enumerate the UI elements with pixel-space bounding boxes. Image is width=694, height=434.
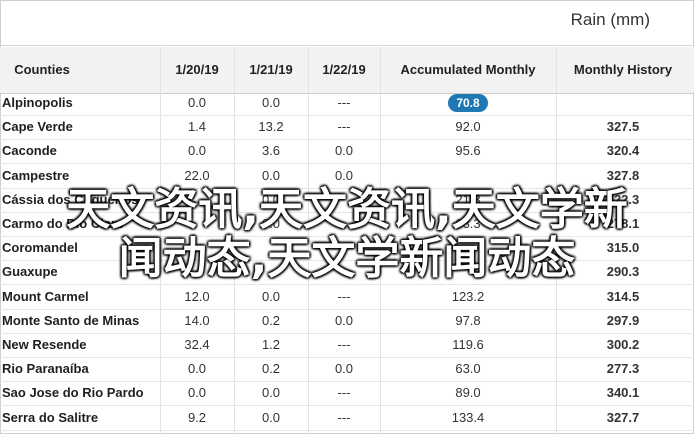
monthly-history: 314.5	[606, 288, 640, 304]
rain-day-2: 0.2	[261, 361, 281, 377]
rain-day-1: 0.0	[187, 385, 207, 401]
accumulated-monthly: 89.0	[455, 385, 481, 401]
monthly-history: 340.1	[606, 385, 640, 401]
county-name: Cape Verde	[2, 119, 73, 135]
header-history[interactable]: Monthly History	[556, 47, 690, 93]
table-row[interactable]: Alpinopolis 0.0 0.0 --- 70.8	[0, 91, 694, 116]
rain-day-1: 14.0	[184, 312, 210, 328]
rain-day-2: 1.2	[261, 337, 281, 352]
table-row[interactable]: Monte Santo de Minas 14.0 0.2 0.0 97.8 297.9	[0, 309, 694, 334]
table-row[interactable]: New Resende 32.4 1.2 --- 119.6 300.2	[0, 333, 694, 358]
accumulated-monthly: 70.8	[380, 91, 556, 115]
accumulated-monthly: 133.4	[451, 409, 485, 425]
rain-day-3: ---	[337, 119, 351, 135]
accumulated-monthly: 95.6	[455, 143, 481, 159]
monthly-history: 277.3	[606, 361, 640, 377]
county-name: Mount Carmel	[2, 288, 89, 304]
divider	[0, 45, 694, 46]
table-row[interactable]: Serra do Salitre 9.2 0.0 --- 133.4 327.7	[0, 406, 694, 431]
rain-day-2: 0.0	[261, 385, 281, 401]
rain-day-3: 0.0	[334, 361, 354, 377]
table-row[interactable]: Caconde 0.0 3.6 0.0 95.6 320.4	[0, 139, 694, 165]
table-row[interactable]: Rio Paranaíba 0.0 0.2 0.0 63.0 277.3	[0, 357, 694, 383]
header-date-2[interactable]: 1/21/19	[234, 47, 308, 93]
header-counties[interactable]: Counties	[2, 47, 82, 93]
header-date-3[interactable]: 1/22/19	[308, 47, 380, 93]
county-name: Alpinopolis	[2, 95, 73, 110]
monthly-history: 300.2	[606, 337, 640, 352]
monthly-history: 327.7	[606, 409, 640, 425]
accumulated-monthly: 123.2	[451, 288, 485, 304]
header-date-1[interactable]: 1/20/19	[160, 47, 234, 93]
rain-day-1: 32.4	[184, 337, 210, 352]
county-name: Sao Jose do Rio Pardo	[2, 385, 144, 401]
table-header: Counties 1/20/19 1/21/19 1/22/19 Accumul…	[0, 47, 694, 94]
rain-day-2: 13.2	[258, 119, 284, 135]
highlight-badge: 70.8	[448, 94, 488, 112]
accumulated-monthly: 92.0	[455, 119, 481, 135]
rain-day-1: 0.0	[187, 143, 207, 159]
rain-day-3: ---	[337, 409, 351, 425]
rain-day-3: ---	[337, 288, 351, 304]
rain-day-3: ---	[337, 385, 351, 401]
county-name: Monte Santo de Minas	[2, 312, 140, 328]
header-accumulated[interactable]: Accumulated Monthly	[380, 47, 556, 93]
monthly-history	[556, 91, 690, 115]
monthly-history: 297.9	[606, 312, 640, 328]
rain-day-1: 0.0	[187, 95, 207, 110]
county-name: Serra do Salitre	[2, 409, 99, 425]
county-name: Rio Paranaíba	[2, 361, 89, 377]
rain-day-1: 9.2	[187, 409, 207, 425]
rain-day-1: 12.0	[184, 288, 210, 304]
rain-day-1: 1.4	[187, 119, 207, 135]
rain-day-3: ---	[337, 337, 351, 352]
accumulated-monthly: 97.8	[455, 312, 481, 328]
table-row[interactable]: Mount Carmel 12.0 0.0 --- 123.2 314.5	[0, 285, 694, 310]
county-name: New Resende	[2, 337, 87, 352]
watermark-line-2: 闻动态,天文学新闻动态	[118, 233, 576, 284]
rain-day-1: 0.0	[187, 361, 207, 377]
rain-day-2: 0.0	[261, 409, 281, 425]
rain-day-2: 3.6	[261, 143, 281, 159]
accumulated-monthly: 63.0	[455, 361, 481, 377]
rain-day-3: 0.0	[334, 312, 354, 328]
monthly-history: 327.5	[606, 119, 640, 135]
accumulated-monthly: 119.6	[452, 337, 484, 352]
table-row[interactable]: Cape Verde 1.4 13.2 --- 92.0 327.5	[0, 115, 694, 141]
table-row[interactable]: Sao Jose do Rio Pardo 0.0 0.0 --- 89.0 340.1	[0, 381, 694, 407]
monthly-history: 320.4	[606, 143, 640, 159]
county-name: Caconde	[2, 143, 57, 159]
rain-day-2: 0.2	[261, 312, 281, 328]
rain-day-3: 0.0	[334, 143, 354, 159]
table-caption: Rain (mm)	[570, 10, 650, 29]
rain-day-3: ---	[337, 95, 351, 110]
rain-day-2: 0.0	[261, 288, 281, 304]
rain-day-2: 0.0	[261, 95, 281, 110]
